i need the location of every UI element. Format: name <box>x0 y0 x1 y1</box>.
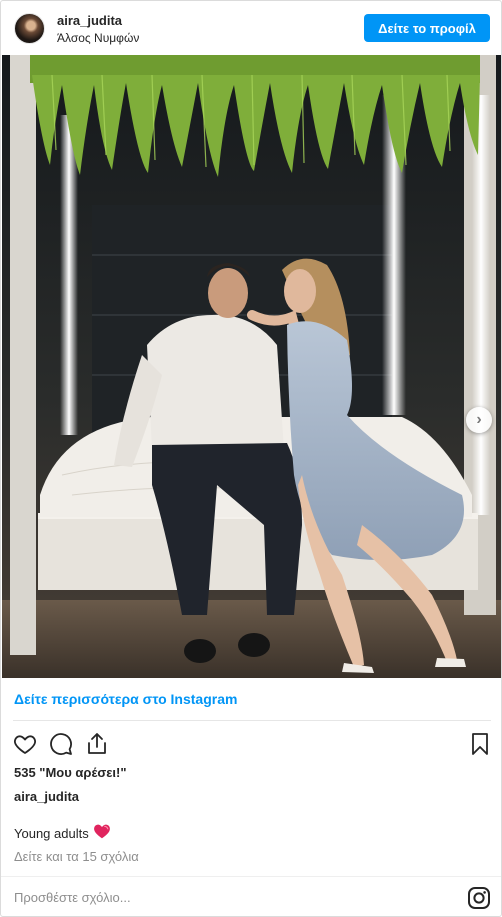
save-icon[interactable] <box>467 731 493 757</box>
caption-text: Young adults <box>14 825 89 841</box>
divider <box>13 720 491 721</box>
caption-username[interactable]: aira_judita <box>14 789 79 804</box>
username[interactable]: aira_judita <box>57 13 122 28</box>
add-comment-input[interactable]: Προσθέστε σχόλιο... <box>14 890 131 905</box>
comment-bar: Προσθέστε σχόλιο... <box>1 876 501 917</box>
post-header: aira_judita Άλσος Νυμφών Δείτε το προφίλ <box>1 1 501 55</box>
photo-illustration <box>2 55 501 678</box>
share-icon[interactable] <box>84 731 110 757</box>
like-count[interactable]: 535 "Μου αρέσει!" <box>14 765 126 780</box>
action-bar <box>1 727 501 761</box>
view-all-comments-link[interactable]: Δείτε και τα 15 σχόλια <box>14 849 139 864</box>
view-profile-button[interactable]: Δείτε το προφίλ <box>364 14 490 42</box>
instagram-embed-card: aira_judita Άλσος Νυμφών Δείτε το προφίλ <box>0 0 502 917</box>
chevron-right-icon: › <box>476 411 482 428</box>
post-photo[interactable]: › <box>2 55 501 678</box>
next-photo-button[interactable]: › <box>466 407 492 433</box>
instagram-logo-icon[interactable] <box>467 886 491 910</box>
avatar[interactable] <box>14 13 45 44</box>
caption: Young adults <box>14 824 111 842</box>
location[interactable]: Άλσος Νυμφών <box>57 31 139 45</box>
heart-icon <box>93 824 111 842</box>
like-icon[interactable] <box>12 731 38 757</box>
comment-icon[interactable] <box>48 731 74 757</box>
see-more-on-instagram-link[interactable]: Δείτε περισσότερα στο Instagram <box>14 691 237 707</box>
